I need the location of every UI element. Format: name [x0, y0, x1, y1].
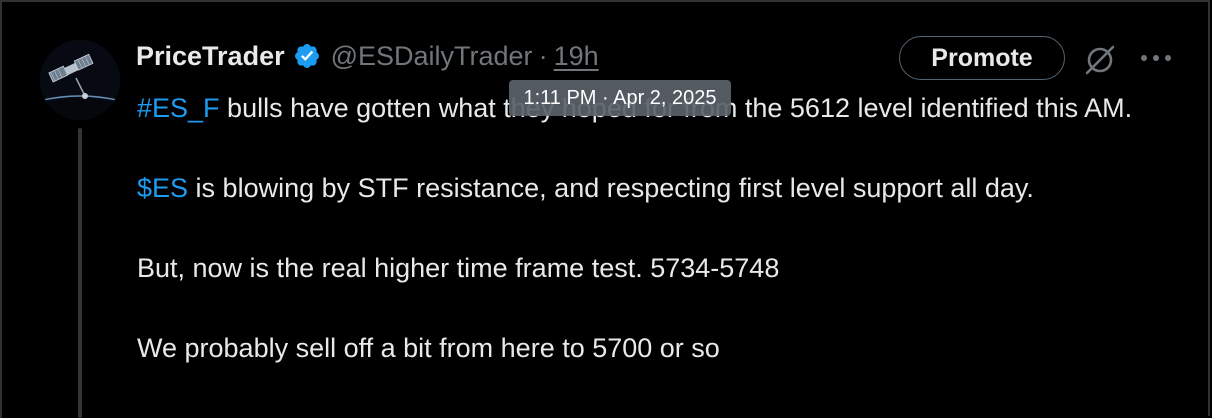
post-paragraph: $ES is blowing by STF resistance, and re… [137, 168, 1177, 208]
post-text: is blowing by STF resistance, and respec… [188, 173, 1034, 203]
post-time[interactable]: 19h [554, 41, 599, 72]
avatar-satellite-image [40, 40, 120, 120]
post-paragraph: But, now is the real higher time frame t… [137, 248, 1177, 288]
display-name[interactable]: PriceTrader [136, 41, 285, 72]
cashtag-link[interactable]: $ES [137, 173, 188, 203]
post-body: #ES_F bulls have gotten what they hoped … [137, 88, 1177, 368]
post-text: But, now is the real higher time frame t… [137, 253, 780, 283]
post-container: PriceTrader @ESDailyTrader · 19h Promote… [0, 0, 1212, 418]
timestamp-tooltip: 1:11 PM · Apr 2, 2025 [509, 80, 731, 116]
promote-button[interactable]: Promote [899, 36, 1065, 80]
post-text: bulls have gotten wh [219, 93, 474, 123]
post-header: PriceTrader @ESDailyTrader · 19h [136, 38, 599, 74]
grok-icon[interactable] [1082, 42, 1118, 78]
post-text: We probably sell off a bit from here to … [137, 333, 720, 363]
post-paragraph: We probably sell off a bit from here to … [137, 328, 1177, 368]
avatar[interactable] [40, 40, 120, 120]
handle[interactable]: @ESDailyTrader [331, 41, 533, 72]
post-text: from the 5612 level identified this AM. [675, 93, 1133, 123]
separator-dot: · [538, 40, 548, 71]
thread-connector-line [78, 128, 82, 418]
post-left-edge [0, 0, 2, 418]
more-options-icon[interactable] [1136, 44, 1176, 72]
verified-badge-icon[interactable] [293, 42, 321, 70]
hashtag-link[interactable]: #ES_F [137, 93, 220, 123]
